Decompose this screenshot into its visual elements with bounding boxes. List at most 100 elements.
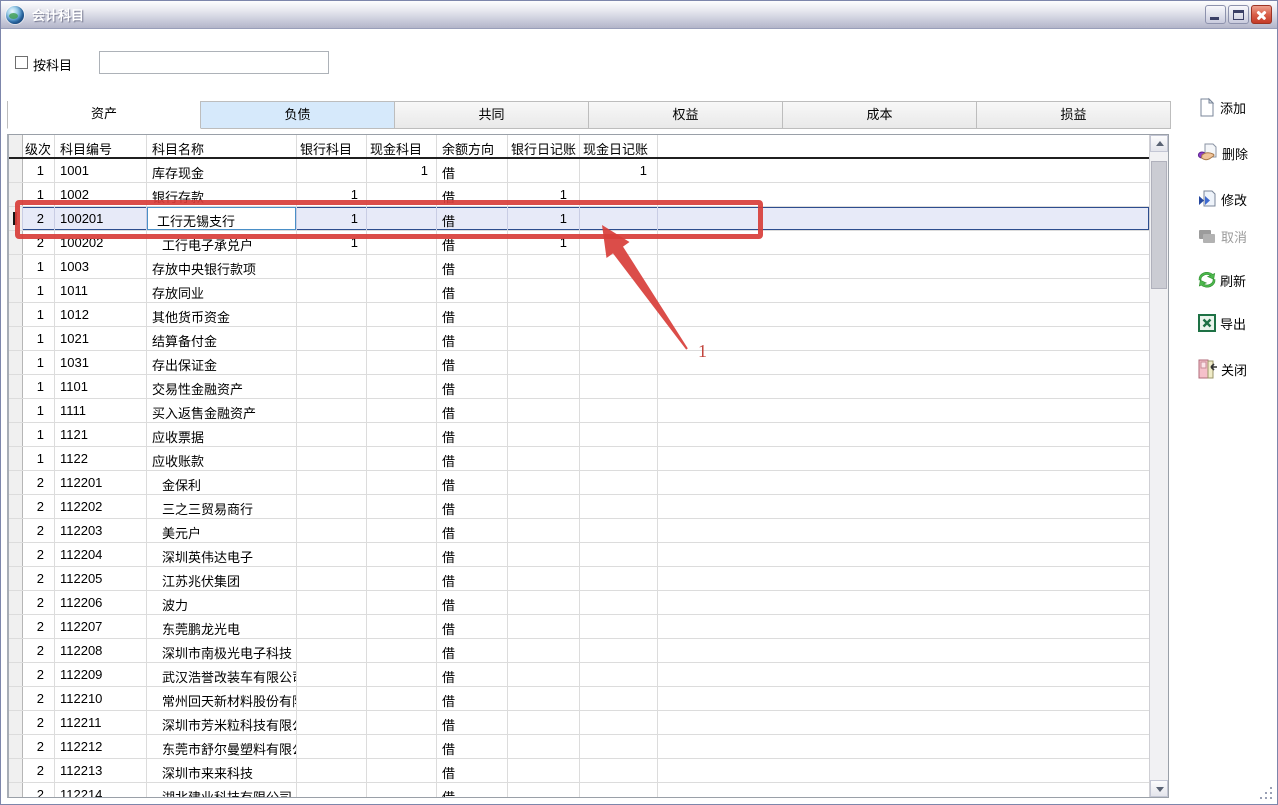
filter-input[interactable] (99, 51, 329, 74)
table-row[interactable]: 11002银行存款1借1 (9, 183, 1149, 207)
table-row[interactable]: 11003存放中央银行款项借 (9, 255, 1149, 279)
row-indicator (9, 375, 23, 398)
cell-cash (367, 783, 437, 797)
cell-lv: 1 (23, 423, 55, 446)
table-row[interactable]: 11021结算备付金借 (9, 327, 1149, 351)
table-row[interactable]: 2112208深圳市南极光电子科技借 (9, 639, 1149, 663)
table-row[interactable]: 11031存出保证金借 (9, 351, 1149, 375)
inline-edit-input[interactable]: 工行无锡支行 (147, 207, 296, 230)
row-indicator (9, 255, 23, 278)
cell-cash (367, 375, 437, 398)
cell-code: 1121 (55, 423, 147, 446)
cell-dir: 借 (437, 735, 508, 758)
cell-lv: 2 (23, 639, 55, 662)
row-indicator (9, 543, 23, 566)
cell-cash (367, 735, 437, 758)
table-row[interactable]: 2112206波力借 (9, 591, 1149, 615)
table-row[interactable]: 2100201工行无锡支行1借1 (9, 207, 1149, 231)
cell-dir: 借 (437, 783, 508, 797)
cell-name: 武汉浩誉改装车有限公司 (147, 663, 297, 686)
table-row[interactable]: 2112210常州回天新材料股份有限公借 (9, 687, 1149, 711)
export-button[interactable]: 导出 (1197, 310, 1246, 336)
row-indicator (9, 639, 23, 662)
add-button[interactable]: 添加 (1197, 94, 1246, 120)
minimize-button[interactable] (1205, 5, 1226, 24)
table-row[interactable]: 11121应收票据借 (9, 423, 1149, 447)
table-row[interactable]: 2112205江苏兆伏集团借 (9, 567, 1149, 591)
cell-bank (297, 303, 367, 326)
filter-checkbox[interactable] (15, 56, 28, 69)
cell-cash (367, 591, 437, 614)
cell-cash (367, 423, 437, 446)
delete-button[interactable]: 删除 (1197, 140, 1248, 166)
col-bank: 银行科目 (297, 135, 367, 157)
table-header: 级次 科目编号 科目名称 银行科目 现金科目 余额方向 银行日记账 现金日记账 (9, 135, 1149, 159)
table-row[interactable]: 2112214湖北建业科技有限公司借 (9, 783, 1149, 797)
table-row[interactable]: 2112201金保利借 (9, 471, 1149, 495)
table-row[interactable]: 2112212东莞市舒尔曼塑料有限公司借 (9, 735, 1149, 759)
cell-code: 1101 (55, 375, 147, 398)
cell-bank (297, 711, 367, 734)
cell-cj (580, 351, 658, 374)
cell-code: 1002 (55, 183, 147, 206)
tab-cost[interactable]: 成本 (783, 101, 977, 129)
cell-lv: 1 (23, 399, 55, 422)
cell-bank: 1 (297, 183, 367, 206)
cell-dir: 借 (437, 399, 508, 422)
table-row[interactable]: 11001库存现金1借1 (9, 159, 1149, 183)
scroll-down-button[interactable] (1150, 780, 1168, 797)
filter-checkbox-label: 按科目 (33, 55, 72, 74)
cell-dir: 借 (437, 207, 508, 230)
vertical-scrollbar[interactable] (1149, 135, 1168, 797)
table-row[interactable]: 11111买入返售金融资产借 (9, 399, 1149, 423)
table-row[interactable]: 11101交易性金融资产借 (9, 375, 1149, 399)
table-row[interactable]: 11011存放同业借 (9, 279, 1149, 303)
cell-code: 112208 (55, 639, 147, 662)
cell-code: 112214 (55, 783, 147, 797)
cell-cj (580, 279, 658, 302)
cell-dir: 借 (437, 543, 508, 566)
cell-bj (508, 615, 580, 638)
cell-code: 112204 (55, 543, 147, 566)
modify-button[interactable]: 修改 (1197, 186, 1247, 212)
refresh-button[interactable]: 刷新 (1197, 267, 1246, 293)
cell-bj (508, 567, 580, 590)
scrollbar-thumb[interactable] (1151, 161, 1167, 289)
close-window-button[interactable]: 关闭 (1197, 356, 1247, 382)
table-row[interactable]: 2112202三之三贸易商行借 (9, 495, 1149, 519)
cell-code: 112213 (55, 759, 147, 782)
row-indicator (9, 591, 23, 614)
cell-name: 工行电子承兑户 (147, 231, 297, 254)
maximize-button[interactable] (1228, 5, 1249, 24)
table-row[interactable]: 2112209武汉浩誉改装车有限公司借 (9, 663, 1149, 687)
row-indicator (9, 783, 23, 797)
table-row[interactable]: 2112204深圳英伟达电子借 (9, 543, 1149, 567)
table-row[interactable]: 11122应收账款借 (9, 447, 1149, 471)
table-row[interactable]: 2100202工行电子承兑户1借1 (9, 231, 1149, 255)
cell-bank: 1 (297, 207, 367, 230)
cell-lv: 2 (23, 711, 55, 734)
resize-grip[interactable] (1259, 786, 1272, 799)
cell-bj (508, 759, 580, 782)
tab-profit-loss[interactable]: 损益 (977, 101, 1171, 129)
tab-common[interactable]: 共同 (395, 101, 589, 129)
table-row[interactable]: 2112213深圳市来来科技借 (9, 759, 1149, 783)
tab-liabilities[interactable]: 负债 (201, 101, 395, 129)
col-name: 科目名称 (147, 135, 297, 157)
cell-name: 美元户 (147, 519, 297, 542)
close-button[interactable] (1251, 5, 1272, 24)
cell-bj (508, 351, 580, 374)
col-cash: 现金科目 (367, 135, 437, 157)
scroll-up-button[interactable] (1150, 135, 1168, 152)
cancel-button[interactable]: 取消 (1197, 223, 1247, 249)
cell-code: 112201 (55, 471, 147, 494)
cell-bj (508, 279, 580, 302)
tab-assets[interactable]: 资产 (7, 101, 201, 129)
table-row[interactable]: 11012其他货币资金借 (9, 303, 1149, 327)
cell-cj (580, 375, 658, 398)
cell-name: 交易性金融资产 (147, 375, 297, 398)
table-row[interactable]: 2112207东莞鹏龙光电借 (9, 615, 1149, 639)
table-row[interactable]: 2112211深圳市芳米粒科技有限公司借 (9, 711, 1149, 735)
table-row[interactable]: 2112203美元户借 (9, 519, 1149, 543)
tab-equity[interactable]: 权益 (589, 101, 783, 129)
